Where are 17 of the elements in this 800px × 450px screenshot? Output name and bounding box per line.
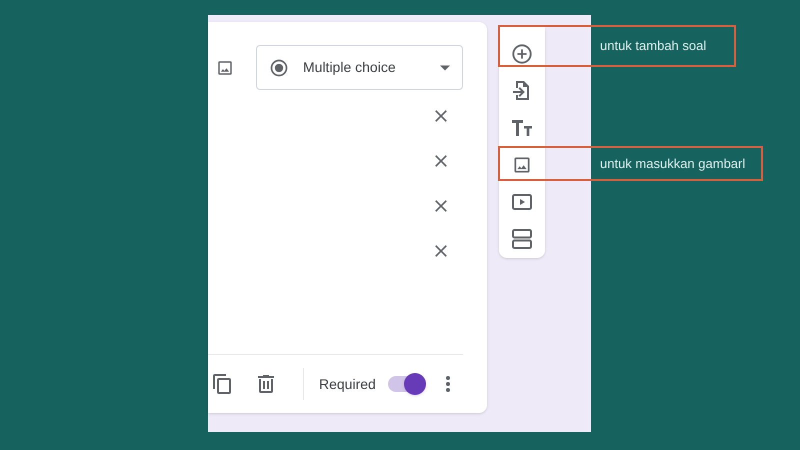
question-type-dropdown[interactable]: Multiple choice	[256, 45, 463, 90]
video-icon[interactable]	[512, 194, 532, 210]
import-file-icon[interactable]	[512, 80, 532, 102]
image-icon[interactable]	[216, 58, 234, 76]
required-toggle[interactable]	[386, 373, 426, 395]
required-label: Required	[319, 374, 376, 394]
image-icon[interactable]	[512, 155, 532, 176]
callout-text: untuk masukkan gambarl	[600, 154, 746, 173]
radio-button-icon	[269, 58, 289, 78]
more-options-icon[interactable]	[446, 376, 450, 392]
section-icon[interactable]	[512, 229, 532, 250]
caret-icon	[440, 64, 450, 70]
add-circle-icon[interactable]	[511, 42, 533, 65]
trash-icon[interactable]	[258, 375, 274, 393]
title-text-icon[interactable]	[511, 118, 533, 137]
copy-icon[interactable]	[212, 373, 232, 395]
callout-text: untuk tambah soal	[600, 37, 706, 56]
